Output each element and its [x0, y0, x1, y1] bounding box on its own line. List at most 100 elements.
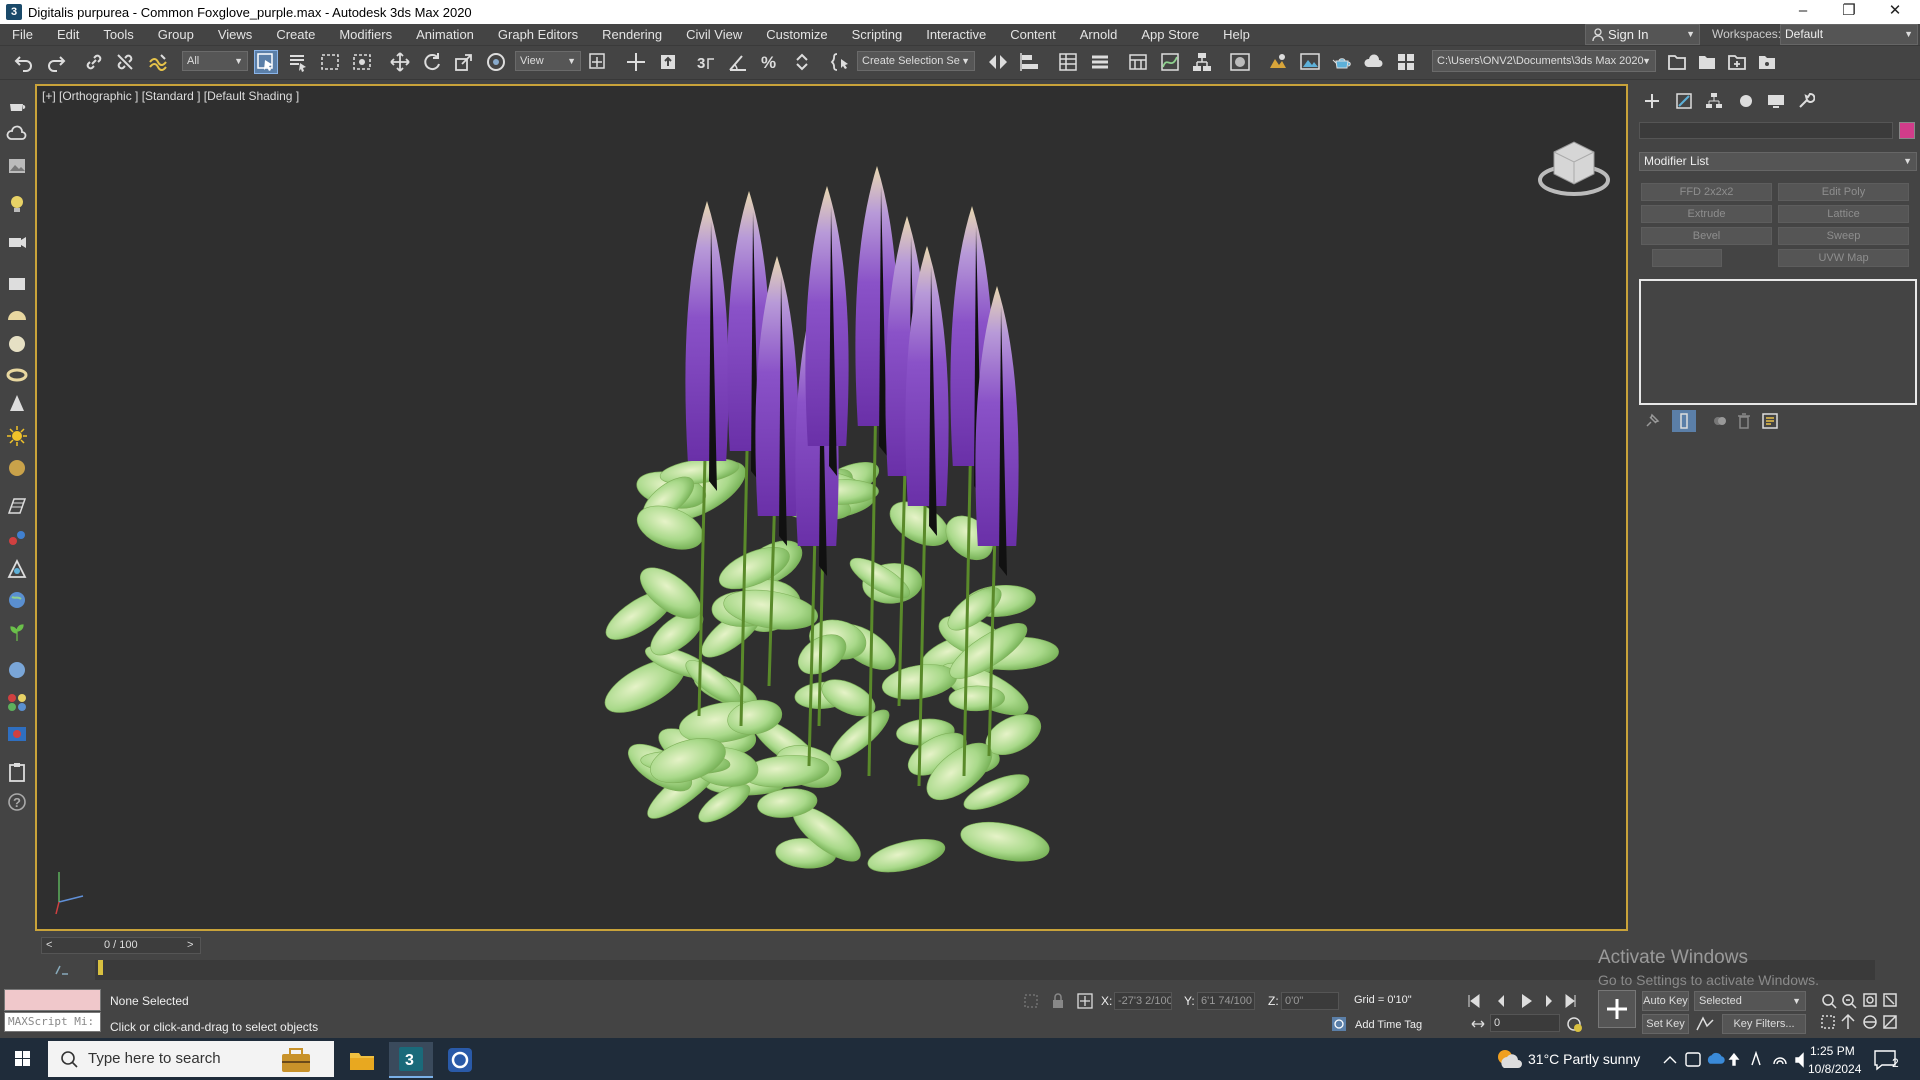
motion-tab[interactable] [1734, 90, 1758, 112]
modify-tab[interactable] [1672, 90, 1696, 112]
modifier-list-dropdown[interactable]: Modifier List ▼ [1639, 152, 1917, 171]
toggle-scene-explorer-button[interactable] [1056, 50, 1080, 74]
tool-blue-sphere[interactable] [5, 658, 29, 682]
briefcase-app-icon[interactable] [276, 1044, 316, 1076]
select-manipulate-button[interactable] [624, 50, 648, 74]
create-tab[interactable] [1640, 90, 1664, 112]
menu-rendering[interactable]: Rendering [590, 24, 674, 46]
menu-modifiers[interactable]: Modifiers [327, 24, 404, 46]
menu-group[interactable]: Group [146, 24, 206, 46]
tool-grid[interactable] [5, 494, 29, 518]
material-editor-button[interactable] [1228, 50, 1252, 74]
menu-arnold[interactable]: Arnold [1068, 24, 1130, 46]
select-and-link-button[interactable] [82, 50, 106, 74]
project-button-2[interactable] [1695, 50, 1719, 74]
named-selection-set-dropdown[interactable]: Create Selection Se ▼ [857, 51, 975, 71]
select-and-rotate-button[interactable] [420, 50, 444, 74]
x-coordinate-field[interactable]: -27'3 2/100 [1114, 992, 1172, 1010]
viewport-navigation-controls[interactable] [1818, 991, 1918, 1033]
key-filters-button[interactable]: Key Filters... [1722, 1014, 1806, 1034]
keyboard-shortcut-override-button[interactable] [656, 50, 680, 74]
menu-tools[interactable]: Tools [91, 24, 145, 46]
menu-create[interactable]: Create [264, 24, 327, 46]
modifier-uvw-map-button[interactable]: UVW Map [1778, 249, 1909, 267]
curve-editor-button[interactable] [1158, 50, 1182, 74]
render-production-button[interactable] [1330, 50, 1354, 74]
foxglove-model[interactable] [597, 166, 1059, 878]
tool-materials[interactable] [5, 690, 29, 714]
close-icon[interactable]: ✕ [1872, 0, 1918, 24]
window-crossing-button[interactable] [350, 50, 374, 74]
menu-file[interactable]: File [0, 24, 45, 46]
isolate-selection-icon[interactable] [1022, 992, 1042, 1010]
menu-interactive[interactable]: Interactive [914, 24, 998, 46]
menu-animation[interactable]: Animation [404, 24, 486, 46]
menu-customize[interactable]: Customize [754, 24, 839, 46]
tool-clipboard[interactable] [5, 760, 29, 784]
show-end-result-button[interactable] [1672, 410, 1696, 432]
menu-app-store[interactable]: App Store [1129, 24, 1211, 46]
mirror-button[interactable] [986, 50, 1010, 74]
rendered-frame-window-button[interactable] [1298, 50, 1322, 74]
display-tab[interactable] [1764, 90, 1788, 112]
tool-box[interactable] [5, 272, 29, 296]
reference-coordinate-dropdown[interactable]: View ▼ [515, 51, 581, 71]
set-key-mode-button[interactable] [1598, 990, 1636, 1028]
modifier-ffd-button[interactable]: FFD 2x2x2 [1641, 183, 1772, 201]
schematic-view-button[interactable] [1190, 50, 1214, 74]
3dsmax-taskbar-icon[interactable]: 3 [389, 1042, 433, 1078]
maxscript-mini-listener[interactable]: MAXScript Mi: [4, 1012, 101, 1032]
current-frame-field[interactable]: 0 [1490, 1014, 1560, 1032]
time-slider-next[interactable]: > [187, 939, 193, 951]
menu-civil-view[interactable]: Civil View [674, 24, 754, 46]
toggle-ribbon-button[interactable] [1126, 50, 1150, 74]
object-color-swatch[interactable] [1899, 122, 1915, 139]
select-and-move-button[interactable] [388, 50, 412, 74]
pin-stack-button[interactable] [1640, 410, 1664, 432]
menu-edit[interactable]: Edit [45, 24, 91, 46]
selection-filter-dropdown[interactable]: All ▼ [182, 51, 248, 71]
restore-icon[interactable]: ❐ [1826, 0, 1872, 24]
z-coordinate-field[interactable]: 0'0" [1281, 992, 1339, 1010]
modifier-bevel-button[interactable]: Bevel [1641, 227, 1772, 245]
select-and-scale-button[interactable] [452, 50, 476, 74]
undo-button[interactable] [12, 50, 36, 74]
modifier-edit-poly-button[interactable]: Edit Poly [1778, 183, 1909, 201]
make-unique-button[interactable] [1708, 410, 1732, 432]
menu-graph-editors[interactable]: Graph Editors [486, 24, 590, 46]
tool-image[interactable] [5, 154, 29, 178]
modifier-stack[interactable] [1639, 279, 1917, 405]
tool-geometry[interactable] [5, 558, 29, 582]
project-button-1[interactable] [1665, 50, 1689, 74]
hierarchy-tab[interactable] [1702, 90, 1726, 112]
modifier-lattice-button[interactable]: Lattice [1778, 205, 1909, 223]
tool-globe[interactable] [5, 588, 29, 612]
time-slider[interactable]: < 0 / 100 > [41, 937, 201, 954]
select-and-place-button[interactable] [484, 50, 508, 74]
key-set-dropdown[interactable]: Selected ▼ [1694, 991, 1806, 1011]
pivot-point-center-button[interactable] [586, 50, 610, 74]
configure-modifier-sets-button[interactable] [1758, 410, 1782, 432]
maxscript-listener-swatch[interactable] [4, 989, 101, 1011]
project-button-4[interactable] [1755, 50, 1779, 74]
tool-sun[interactable] [5, 424, 29, 448]
menu-views[interactable]: Views [206, 24, 264, 46]
modifier-empty-button[interactable] [1652, 249, 1722, 267]
tool-cone[interactable] [5, 392, 29, 416]
tool-plant[interactable] [5, 620, 29, 644]
align-button[interactable] [1018, 50, 1042, 74]
tool-torus[interactable] [5, 362, 29, 386]
tool-particles[interactable] [5, 526, 29, 550]
unlink-selection-button[interactable] [113, 50, 137, 74]
modifier-sweep-button[interactable]: Sweep [1778, 227, 1909, 245]
time-marker[interactable] [98, 960, 103, 975]
rectangular-selection-region-button[interactable] [318, 50, 342, 74]
viewcube[interactable] [1538, 141, 1610, 196]
toggle-layer-explorer-button[interactable] [1088, 50, 1112, 74]
tool-gold-sphere[interactable] [5, 456, 29, 480]
time-configuration-icon[interactable] [1565, 1014, 1583, 1034]
default-in-out-tangent-icon[interactable] [1694, 1014, 1716, 1034]
select-object-button[interactable] [254, 50, 278, 74]
add-time-tag[interactable]: Add Time Tag [1355, 1019, 1422, 1031]
project-button-3[interactable] [1725, 50, 1749, 74]
